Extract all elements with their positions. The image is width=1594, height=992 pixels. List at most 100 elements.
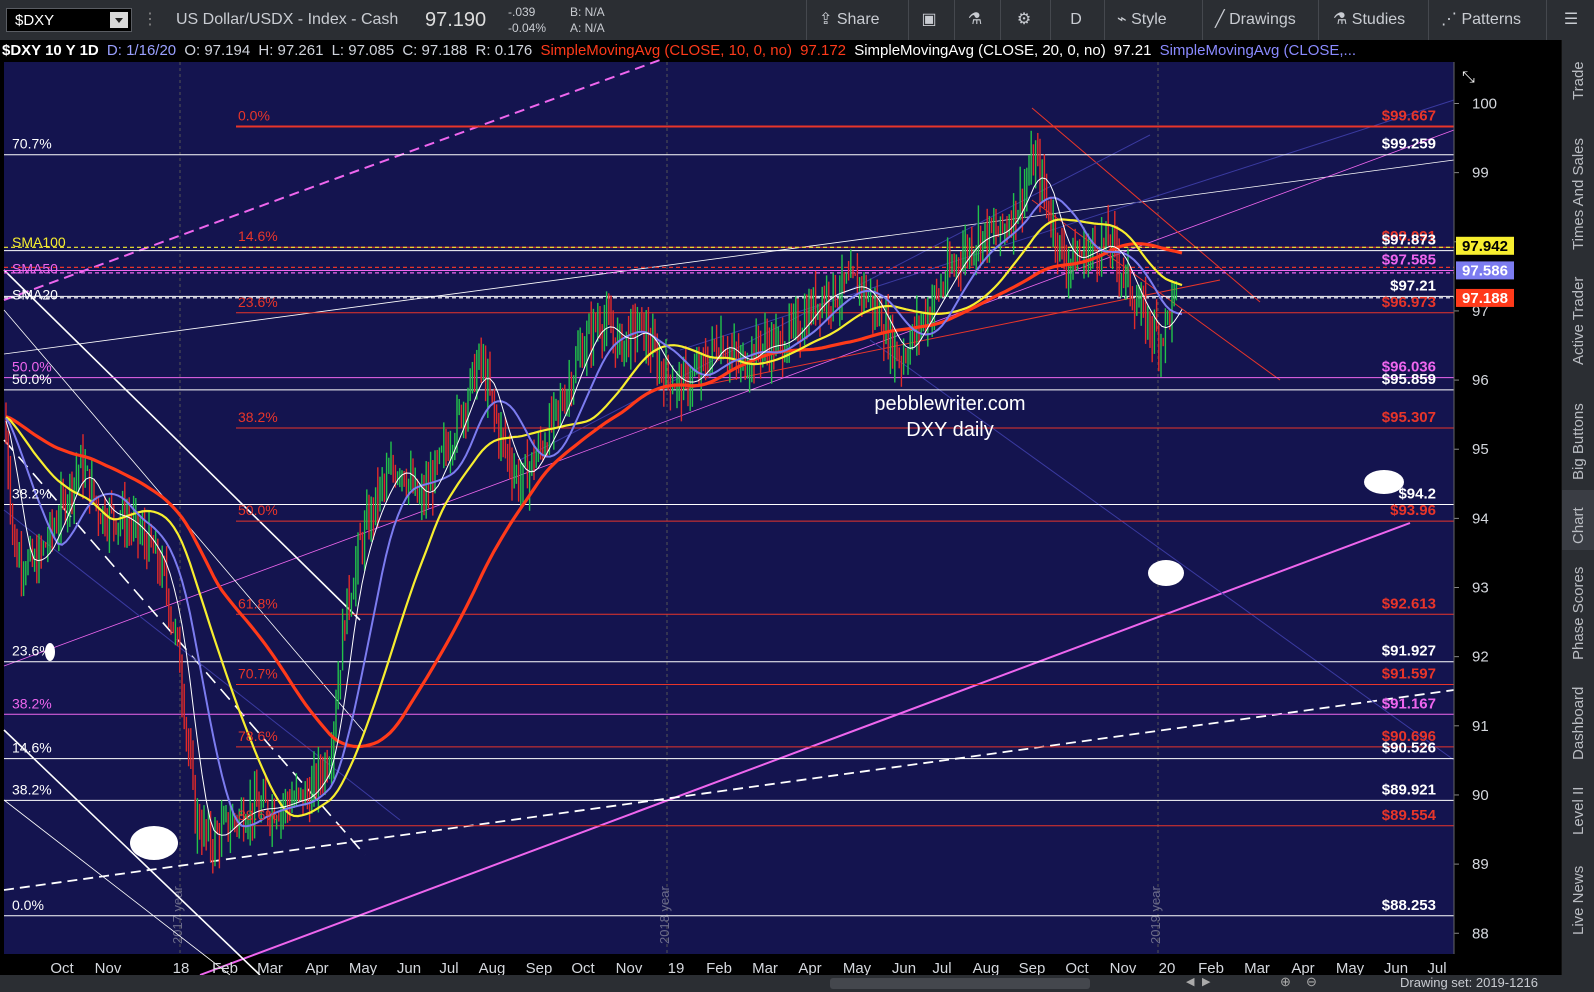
bar-date: D: 1/16/20	[106, 42, 177, 59]
level-price-label: $95.859	[1382, 371, 1436, 388]
price-badge: 97.942	[1462, 238, 1508, 255]
flask-button[interactable]: ⚗	[954, 0, 995, 40]
x-tick-label: Apr	[798, 960, 821, 975]
x-tick-label: Feb	[1198, 960, 1224, 975]
zoom-in-icon[interactable]: ⊕	[1280, 974, 1291, 990]
side-tab-label: Phase Scores	[1570, 566, 1587, 660]
level-price-label: $99.259	[1382, 136, 1436, 153]
bottom-bar: ◀ ▶ ⊕ ⊖ Drawing set: 2019-1216	[0, 974, 1594, 992]
y-tick-label: 99	[1472, 165, 1489, 182]
cursor-icon: ⤡	[1462, 69, 1475, 86]
year-marker: 2018 year	[657, 886, 672, 944]
style-icon: ⌁	[1117, 11, 1132, 28]
symbol-dropdown-icon[interactable]	[110, 12, 128, 28]
bar-range: R: 0.176	[475, 42, 533, 59]
side-tab-chart[interactable]: Chart	[1562, 490, 1594, 550]
sma50-label[interactable]: SimpleMovingAvg (CLOSE,...	[1160, 42, 1356, 59]
level-price-label: $89.554	[1382, 807, 1437, 824]
x-tick-label: Sep	[1019, 960, 1046, 975]
sma-left-label: SMA50	[12, 260, 58, 276]
scroll-right-icon[interactable]: ▶	[1202, 975, 1210, 988]
link-icon[interactable]: ⋮	[142, 0, 158, 40]
side-tab-label: Level II	[1570, 786, 1587, 835]
detach-button[interactable]: ▣	[908, 0, 949, 40]
share-button[interactable]: ⇪ Share	[806, 0, 913, 40]
studies-icon: ⚗	[1333, 11, 1352, 28]
style-button[interactable]: ⌁ Style	[1104, 0, 1201, 40]
x-tick-label: Jul	[1427, 960, 1446, 975]
side-tab-label: Trade	[1570, 61, 1587, 100]
bar-close: C: 97.188	[402, 42, 468, 59]
x-tick-label: 20	[1159, 960, 1176, 975]
x-tick-label: Oct	[571, 960, 595, 975]
x-tick-label: Mar	[257, 960, 283, 975]
level-price-label: $99.667	[1382, 108, 1436, 125]
x-tick-label: Sep	[526, 960, 553, 975]
sma20-label[interactable]: SimpleMovingAvg (CLOSE, 20, 0, no)	[854, 42, 1106, 59]
studies-button[interactable]: ⚗ Studies	[1318, 0, 1437, 40]
pencil-icon: ╱	[1215, 11, 1230, 28]
x-tick-label: Nov	[1110, 960, 1137, 975]
bar-open: O: 97.194	[184, 42, 251, 59]
last-price: 97.190	[425, 9, 487, 31]
y-tick-label: 90	[1472, 787, 1489, 804]
y-tick-label: 94	[1472, 510, 1489, 527]
x-tick-label: Jun	[397, 960, 421, 975]
menu-button[interactable]: ☰	[1546, 0, 1594, 40]
level-price-label: $96.973	[1382, 294, 1436, 311]
level-pct-label: 88.6%	[238, 807, 278, 823]
settings-button[interactable]: ⚙	[1000, 0, 1047, 40]
highlight-oval	[1148, 560, 1184, 586]
menu-icon: ☰	[1563, 11, 1579, 28]
level-pct-label: 38.2%	[238, 409, 278, 425]
scroll-left-icon[interactable]: ◀	[1186, 975, 1194, 988]
side-tab-label: Times And Sales	[1570, 138, 1587, 250]
bar-low: L: 97.085	[331, 42, 395, 59]
level-pct-label: 23.6%	[238, 294, 278, 310]
chart-annotation: DXY daily	[906, 419, 993, 441]
level-price-label: $94.2	[1398, 486, 1436, 503]
x-tick-label: May	[1336, 960, 1365, 975]
sma-left-label: SMA20	[12, 287, 58, 303]
y-tick-label: 91	[1472, 718, 1489, 735]
level-price-label: $93.96	[1390, 502, 1436, 519]
level-price-label: $97.21	[1390, 277, 1436, 294]
period-button[interactable]: D	[1050, 0, 1101, 40]
price-badge: 97.586	[1462, 262, 1508, 279]
year-marker: 2017 year	[170, 886, 185, 944]
level-price-label: $97.873	[1382, 232, 1436, 249]
x-tick-label: Aug	[479, 960, 506, 975]
price-chart[interactable]: 2017 year 2018 year 2019 year 88 89 90 91 92 93…	[0, 40, 1562, 975]
sma10-label[interactable]: SimpleMovingAvg (CLOSE, 10, 0, no)	[540, 42, 792, 59]
side-tab-label: Chart	[1570, 507, 1587, 544]
level-pct-label: 14.6%	[12, 740, 52, 756]
side-tab-label: Dashboard	[1570, 686, 1587, 760]
side-tab-label: Big Buttons	[1570, 403, 1587, 480]
bar-high: H: 97.261	[258, 42, 324, 59]
zoom-out-icon[interactable]: ⊖	[1306, 974, 1317, 990]
sma20-value: 97.21	[1113, 42, 1152, 59]
side-tab-label: Live News	[1570, 865, 1587, 935]
level-pct-label: 38.2%	[12, 695, 52, 711]
x-tick-label: Feb	[212, 960, 238, 975]
study-legend: $DXY 10 Y 1D D: 1/16/20 O: 97.194 H: 97.…	[2, 42, 1360, 60]
x-tick-label: Jul	[932, 960, 951, 975]
level-price-label: $97.585	[1382, 251, 1436, 268]
highlight-oval	[1364, 470, 1404, 494]
drawings-button[interactable]: ╱ Drawings	[1202, 0, 1327, 40]
symbol-input[interactable]: $DXY	[6, 8, 132, 32]
level-pct-label: 38.2%	[12, 486, 52, 502]
x-tick-label: May	[843, 960, 872, 975]
drawing-set-label[interactable]: Drawing set: 2019-1216	[1400, 975, 1538, 990]
side-tab-label: Active Trader	[1570, 276, 1587, 365]
y-tick-label: 96	[1472, 372, 1489, 389]
horizontal-scrollbar[interactable]	[830, 978, 1090, 989]
sma10-value: 97.172	[800, 42, 847, 59]
level-price-label: $89.921	[1382, 781, 1436, 798]
y-tick-label: 89	[1472, 856, 1489, 873]
x-tick-label: Nov	[95, 960, 122, 975]
x-tick-label: Apr	[305, 960, 328, 975]
level-price-label: $91.597	[1382, 666, 1436, 683]
patterns-button[interactable]: ⋰ Patterns	[1428, 0, 1553, 40]
x-tick-label: 18	[173, 960, 190, 975]
